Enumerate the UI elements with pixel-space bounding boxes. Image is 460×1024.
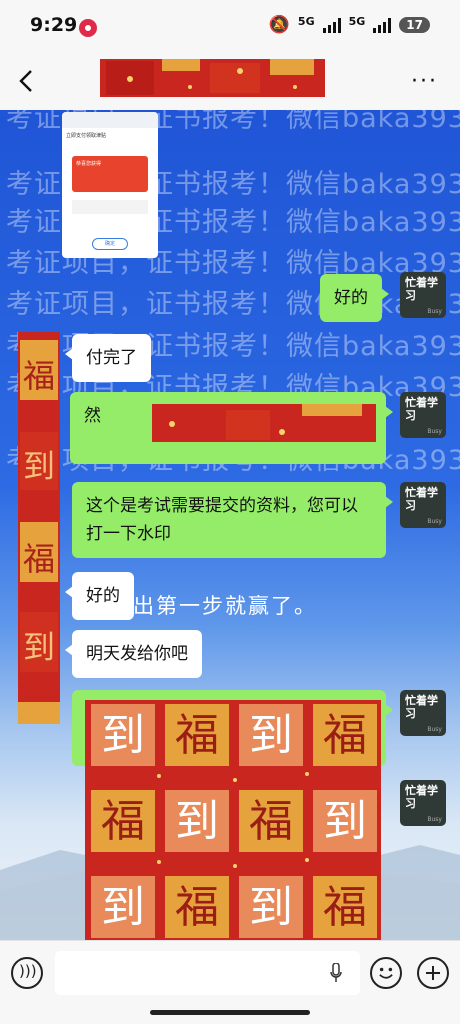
message-input[interactable] — [55, 951, 360, 995]
my-avatar[interactable]: 忙着学习 Busy — [400, 690, 446, 736]
watermark-line: 考证项目，证书报考！微信baka3939 — [6, 289, 460, 320]
sticker-char: 福 — [23, 540, 55, 578]
screenshot-text: 立即支付领取津贴 — [66, 133, 107, 139]
message-outgoing[interactable]: 这个是考试需要提交的资料，您可以打一下水印 — [72, 482, 393, 558]
chevron-left-icon[interactable] — [14, 66, 42, 96]
sticker-char: 到 — [101, 882, 145, 933]
recording-icon — [79, 19, 97, 37]
emoji-icon[interactable] — [370, 957, 402, 989]
home-indicator[interactable] — [150, 1010, 310, 1015]
message-incoming[interactable]: 付完了 — [65, 334, 151, 382]
screenshot-promo-text: 恭喜您获得 — [76, 161, 102, 167]
sticker-char: 福 — [175, 710, 219, 761]
sticker-char: 福 — [175, 882, 219, 933]
screenshot-image-message[interactable]: 立即支付领取津贴 恭喜您获得 确定 — [62, 112, 158, 258]
my-avatar[interactable]: 忙着学习 Busy — [400, 392, 446, 438]
sticker-char: 福 — [323, 882, 367, 933]
mute-icon: 🔕 — [268, 15, 290, 35]
message-text: 然 — [84, 406, 101, 426]
voice-icon[interactable]: ))) — [11, 957, 43, 989]
sticker-char: 福 — [249, 796, 293, 847]
sticker-char: 到 — [249, 710, 293, 761]
my-avatar[interactable]: 忙着学习 Busy — [400, 780, 446, 826]
fu-dao-sticker[interactable]: 到 福 到 福 福 到 福 到 到 福 到 福 — [85, 700, 381, 940]
sticker-char: 到 — [23, 628, 55, 666]
redacted-sticker — [152, 404, 376, 442]
sticker-char: 到 — [323, 796, 367, 847]
message-outgoing[interactable]: 然 — [70, 392, 393, 464]
redacted-avatar-strip: 福 到 福 到 — [18, 332, 60, 724]
mic-icon[interactable] — [330, 963, 342, 983]
battery-icon: 17 — [399, 17, 430, 33]
sticker-char: 福 — [323, 710, 367, 761]
network-label: 5G — [297, 14, 315, 28]
message-incoming[interactable]: 明天发给你吧 — [65, 630, 202, 678]
message-outgoing[interactable]: 好的 — [320, 274, 389, 322]
sticker-char: 福 — [23, 357, 55, 395]
network-label-2: 5G — [348, 14, 366, 28]
status-bar: 9:29 🔕 5G 5G 17 — [0, 0, 460, 54]
wallpaper-motto: 迈出第一步就赢了。 — [110, 594, 317, 618]
clock: 9:29 — [30, 14, 78, 36]
my-avatar[interactable]: 忙着学习 Busy — [400, 272, 446, 318]
status-icons: 🔕 5G 5G 17 — [269, 15, 430, 35]
plus-icon[interactable] — [417, 957, 449, 989]
signal-icon-2 — [373, 17, 392, 33]
signal-icon — [322, 17, 341, 33]
chat-header: ··· — [0, 54, 460, 110]
screenshot-confirm: 确定 — [92, 238, 128, 250]
sticker-char: 到 — [175, 796, 219, 847]
sticker-char: 到 — [23, 447, 55, 485]
my-avatar[interactable]: 忙着学习 Busy — [400, 482, 446, 528]
more-dots-icon[interactable]: ··· — [411, 69, 438, 94]
chat-area[interactable]: 考证项目，证书报考！微信baka3939 考证项目，证书报考！微信baka393… — [0, 110, 460, 940]
message-incoming[interactable]: 好的 — [65, 572, 134, 620]
sticker-char: 福 — [101, 796, 145, 847]
redacted-title-sticker — [100, 59, 325, 97]
sticker-char: 到 — [249, 882, 293, 933]
sticker-char: 到 — [101, 710, 145, 761]
